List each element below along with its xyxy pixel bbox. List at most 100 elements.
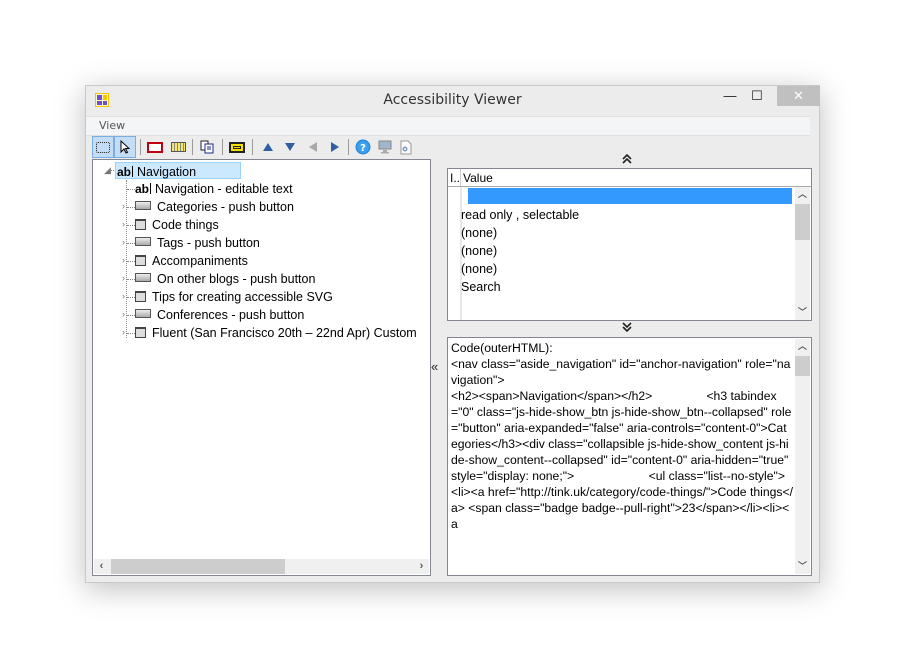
toolbar: ?	[92, 136, 452, 158]
expand-arrow-icon[interactable]: ›	[122, 237, 125, 247]
grouping-icon	[135, 327, 146, 338]
tree-connector	[127, 189, 135, 190]
toolbar-separator	[140, 139, 141, 155]
tree-node[interactable]: Categories - push button	[135, 198, 294, 216]
vertical-scroll-thumb[interactable]	[795, 204, 810, 240]
tree-node-label: Code things	[152, 218, 219, 232]
property-row[interactable]: (none)	[461, 224, 497, 242]
tree-node[interactable]: ab Navigation - editable text	[135, 180, 293, 198]
properties-list[interactable]: I.. Value read only , selectable (none) …	[447, 168, 812, 321]
horizontal-scroll-thumb[interactable]	[111, 559, 285, 574]
toolbar-separator	[252, 139, 253, 155]
nav-next-button[interactable]	[324, 136, 346, 158]
expand-arrow-icon[interactable]: ›	[122, 309, 125, 319]
property-value: (none)	[461, 244, 498, 258]
double-chevron-left-icon: «	[431, 359, 439, 374]
tree-node[interactable]: Accompaniments	[135, 252, 248, 270]
scroll-up-arrow-icon[interactable]: ︿	[795, 339, 810, 354]
yellow-rect-icon	[229, 141, 245, 153]
toolbar-separator	[348, 139, 349, 155]
tree-node[interactable]: Code things	[135, 216, 219, 234]
property-row[interactable]: (none)	[461, 242, 497, 260]
caret-icon	[150, 183, 152, 194]
grouping-icon	[135, 219, 146, 230]
collapse-up-button[interactable]	[622, 153, 632, 167]
collapse-left-button[interactable]: «	[431, 359, 438, 374]
tree-node-label: On other blogs - push button	[157, 272, 316, 286]
highlight-red-button[interactable]	[144, 136, 166, 158]
keyboard-button[interactable]	[167, 136, 189, 158]
select-region-button[interactable]	[92, 136, 114, 158]
tree-node[interactable]: Tips for creating accessible SVG	[135, 288, 333, 306]
screen-button[interactable]	[374, 136, 396, 158]
tree-node[interactable]: Tags - push button	[135, 234, 260, 252]
document-settings-button[interactable]	[395, 136, 417, 158]
maximize-button[interactable]: ☐	[736, 86, 778, 106]
keyboard-icon	[170, 142, 186, 152]
code-outer-html-panel[interactable]: Code(outerHTML): <nav class="aside_navig…	[447, 337, 812, 576]
scroll-left-arrow-icon[interactable]: ‹	[94, 559, 109, 574]
code-vertical-scrollbar[interactable]: ︿ ﹀	[795, 339, 810, 574]
help-button[interactable]: ?	[352, 136, 374, 158]
tree-node[interactable]: On other blogs - push button	[135, 270, 315, 288]
property-row[interactable]: Search	[461, 278, 501, 296]
close-icon: ✕	[793, 88, 804, 103]
grouping-icon	[135, 255, 146, 266]
tree-node-root[interactable]: ab Navigation	[115, 162, 241, 179]
tree-node[interactable]: Conferences - push button	[135, 306, 304, 324]
nav-previous-button[interactable]	[302, 136, 324, 158]
expand-arrow-icon[interactable]: ›	[122, 327, 125, 337]
scroll-up-arrow-icon[interactable]: ︿	[795, 187, 810, 202]
double-chevron-up-icon	[622, 153, 632, 164]
code-text[interactable]: Code(outerHTML): <nav class="aside_navig…	[451, 340, 793, 532]
title-bar[interactable]: Accessibility Viewer — ☐ ✕	[86, 86, 820, 116]
properties-header: I.. Value	[448, 169, 811, 187]
scroll-down-arrow-icon[interactable]: ﹀	[795, 559, 810, 574]
highlight-yellow-button[interactable]	[226, 136, 248, 158]
grouping-icon	[135, 291, 146, 302]
expand-arrow-icon[interactable]: ›	[122, 255, 125, 265]
tree-connector	[127, 333, 135, 334]
dashed-rect-icon	[96, 141, 110, 153]
scroll-right-arrow-icon[interactable]: ›	[414, 559, 429, 574]
property-row[interactable]: (none)	[461, 260, 497, 278]
collapse-down-button[interactable]	[622, 322, 632, 335]
close-button[interactable]: ✕	[777, 86, 820, 106]
expand-arrow-icon[interactable]: ›	[122, 291, 125, 301]
column-header-index[interactable]: I..	[450, 171, 460, 185]
tree-connector	[127, 279, 135, 280]
triangle-left-icon	[309, 142, 317, 152]
red-rect-icon	[147, 141, 163, 153]
nav-child-button[interactable]	[279, 136, 301, 158]
accessibility-tree[interactable]: ◢ ab Navigation ab Navigation - editable t…	[92, 159, 431, 576]
help-icon: ?	[355, 139, 371, 155]
nav-parent-button[interactable]	[257, 136, 279, 158]
toolbar-separator	[222, 139, 223, 155]
column-header-value[interactable]: Value	[463, 171, 493, 185]
maximize-icon: ☐	[751, 88, 763, 103]
tree-connector	[127, 225, 135, 226]
double-chevron-down-icon	[622, 322, 632, 333]
column-divider[interactable]	[460, 169, 461, 186]
expand-arrow-icon[interactable]: ›	[122, 219, 125, 229]
scroll-down-arrow-icon[interactable]: ﹀	[795, 305, 810, 320]
tree-node-label: Tips for creating accessible SVG	[152, 290, 333, 304]
expand-arrow-icon[interactable]: ›	[122, 273, 125, 283]
tree-connector	[127, 207, 135, 208]
minimize-icon: —	[723, 88, 737, 103]
svg-text:?: ?	[360, 143, 366, 154]
tree-node[interactable]: Fluent (San Francisco 20th – 22nd Apr) C…	[135, 324, 417, 342]
property-row[interactable]: read only , selectable	[461, 206, 579, 224]
tree-node-label: Navigation - editable text	[155, 182, 293, 196]
properties-vertical-scrollbar[interactable]: ︿ ﹀	[795, 187, 810, 320]
cursor-arrow-icon	[120, 140, 130, 154]
tree-node-label: Navigation	[137, 165, 197, 179]
property-row-selected[interactable]	[468, 188, 792, 204]
pointer-button[interactable]	[114, 136, 136, 158]
menu-view[interactable]: View	[99, 119, 125, 132]
horizontal-scrollbar[interactable]: ‹ ›	[94, 559, 429, 574]
vertical-scroll-thumb[interactable]	[795, 356, 810, 376]
expand-arrow-icon[interactable]: ›	[122, 201, 125, 211]
tree-node-label: Tags - push button	[157, 236, 260, 250]
copy-button[interactable]	[196, 136, 218, 158]
